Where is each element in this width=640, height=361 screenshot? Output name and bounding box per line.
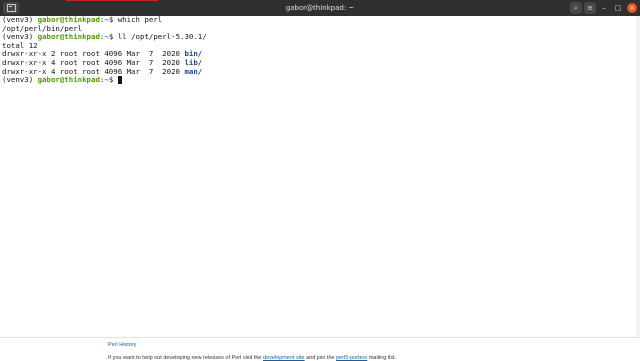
directory-name: man: [184, 66, 198, 76]
terminal-line: (venv3) gabor@thinkpad:~$ which perl: [2, 15, 636, 25]
prompt-dollar: $: [108, 32, 118, 42]
venv-label: (venv3): [2, 32, 38, 42]
prompt-dollar: $: [108, 75, 118, 85]
help-text-part: If you want to help out developing new r…: [108, 355, 264, 361]
hamburger-menu-icon: ≡: [587, 4, 593, 12]
prompt-user-host: gabor@thinkpad: [37, 32, 100, 42]
menu-button[interactable]: ≡: [584, 2, 596, 14]
terminal-titlebar: gabor@thinkpad: ~ ⌕ ≡ – □ ×: [0, 0, 640, 16]
close-button[interactable]: ×: [626, 2, 638, 14]
search-button[interactable]: ⌕: [570, 2, 582, 14]
terminal-output[interactable]: (venv3) gabor@thinkpad:~$ which perl /op…: [0, 15, 636, 337]
command-text: which perl: [117, 15, 163, 24]
window-title: gabor@thinkpad: ~: [285, 4, 355, 12]
maximize-button[interactable]: □: [612, 2, 624, 14]
help-text-part: mailing list.: [367, 355, 397, 361]
perl5-porters-link[interactable]: perl5-porters: [336, 355, 367, 361]
titlebar-controls: ⌕ ≡ – □ ×: [570, 2, 638, 14]
prompt-user-host: gabor@thinkpad: [37, 15, 100, 24]
minimize-button[interactable]: –: [598, 2, 610, 14]
search-icon: ⌕: [574, 4, 578, 12]
venv-label: (venv3): [2, 15, 38, 24]
close-icon: ×: [627, 3, 637, 13]
minimize-icon: –: [602, 4, 606, 12]
help-text-part: and join the: [304, 355, 337, 361]
terminal-scrollbar[interactable]: [636, 16, 640, 337]
perl-history-link[interactable]: Perl History: [108, 342, 136, 348]
background-webpage: Perl History If you want to help out dev…: [0, 337, 640, 361]
directory-slash: /: [197, 66, 203, 76]
terminal-line: (venv3) gabor@thinkpad:~$: [2, 75, 636, 85]
command-text: ll /opt/perl-5.30.1/: [117, 32, 207, 42]
development-site-link[interactable]: development site: [263, 355, 305, 361]
help-text: If you want to help out developing new r…: [108, 355, 396, 361]
text-cursor: [117, 76, 122, 85]
maximize-icon: □: [614, 4, 622, 12]
terminal-line: (venv3) gabor@thinkpad:~$ ll /opt/perl-5…: [2, 32, 636, 42]
venv-label: (venv3): [2, 75, 38, 85]
prompt-dollar: $: [108, 15, 118, 24]
prompt-user-host: gabor@thinkpad: [37, 75, 100, 85]
